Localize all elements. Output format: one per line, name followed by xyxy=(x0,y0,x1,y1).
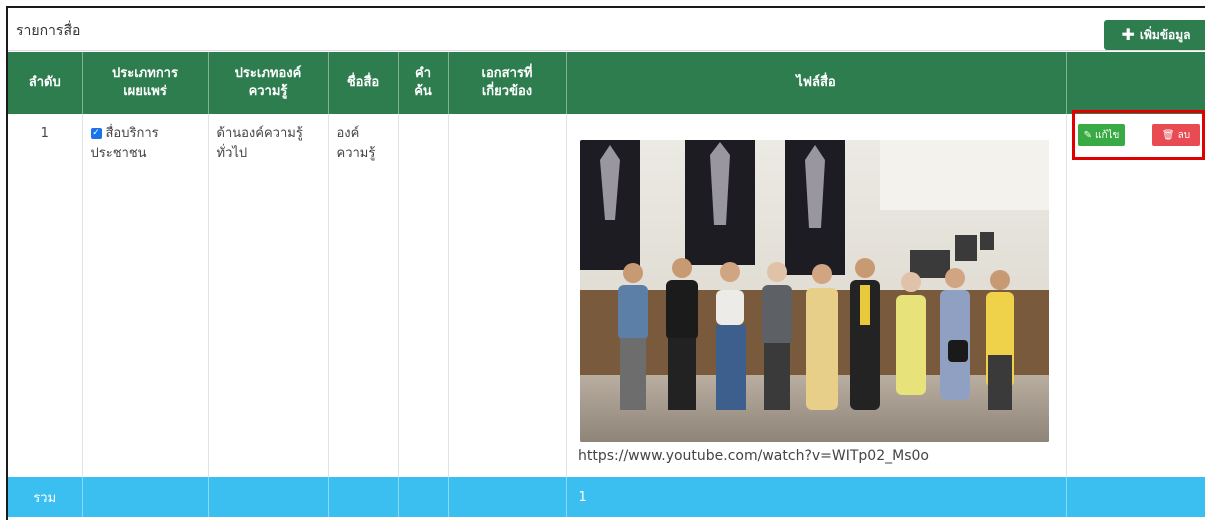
footer-label: รวม xyxy=(8,477,83,517)
header-media-file[interactable]: ไฟล์สื่อ xyxy=(566,52,1067,114)
media-thumbnail-image[interactable] xyxy=(580,140,1049,442)
keywords-value xyxy=(399,114,448,134)
cell-documents xyxy=(448,114,567,477)
footer-empty xyxy=(398,477,449,517)
publish-type-line2: ประชาชน xyxy=(90,146,147,162)
header-number[interactable]: ลำดับ xyxy=(8,52,83,114)
trash-icon: 🗑 xyxy=(1161,129,1175,141)
cell-number: 1 xyxy=(8,114,83,477)
row-number: 1 xyxy=(40,126,49,141)
edit-label: แก้ไข xyxy=(1095,129,1120,141)
header-documents-line1: เอกสารที่ xyxy=(481,66,533,82)
footer-empty xyxy=(1066,477,1205,517)
footer-count-value: 1 xyxy=(578,489,587,505)
header-keywords-line1: คำ xyxy=(415,66,431,82)
delete-label: ลบ xyxy=(1177,129,1191,141)
media-url-link[interactable]: https://www.youtube.com/watch?v=WITp02_M… xyxy=(578,448,929,464)
add-data-button[interactable]: ✚ เพิ่มข้อมูล xyxy=(1104,20,1205,50)
footer-empty xyxy=(448,477,567,517)
knowledge-type-line1: ด้านองค์ความรู้ xyxy=(216,126,303,141)
header-knowledge-type-line2: ความรู้ xyxy=(248,84,288,99)
documents-value xyxy=(449,114,566,134)
header-documents[interactable]: เอกสารที่ เกี่ยวข้อง xyxy=(448,52,567,114)
cell-publish-type: ✓ สื่อบริการ ประชาชน xyxy=(82,114,209,477)
cell-keywords xyxy=(398,114,449,477)
footer-empty xyxy=(82,477,209,517)
footer-empty xyxy=(328,477,399,517)
header-keywords[interactable]: คำ ค้น xyxy=(398,52,449,114)
cell-media-name: องค์ ความรู้ xyxy=(328,114,399,477)
header-actions xyxy=(1066,52,1205,114)
checkbox-checked-icon[interactable]: ✓ xyxy=(90,128,102,139)
cell-actions xyxy=(1066,114,1205,477)
header-media-name[interactable]: ชื่อสื่อ xyxy=(328,52,399,114)
pencil-icon: ✎ xyxy=(1083,129,1092,141)
divider xyxy=(8,50,1205,51)
media-name-line1: องค์ xyxy=(336,126,360,141)
header-publish-type-line2: เผยแพร่ xyxy=(123,84,167,99)
footer-empty xyxy=(208,477,329,517)
publish-type-line1: สื่อบริการ xyxy=(105,126,159,141)
add-data-label: เพิ่มข้อมูล xyxy=(1139,27,1191,42)
header-knowledge-type[interactable]: ประเภทองค์ ความรู้ xyxy=(208,52,329,114)
header-keywords-line2: ค้น xyxy=(414,84,432,99)
plus-icon: ✚ xyxy=(1121,25,1135,44)
knowledge-type-line2: ทั่วไป xyxy=(216,146,248,162)
delete-button[interactable]: 🗑 ลบ xyxy=(1152,124,1200,146)
table-footer-row: รวม 1 xyxy=(8,477,1205,517)
header-publish-type[interactable]: ประเภทการ เผยแพร่ xyxy=(82,52,209,114)
panel-title: รายการสื่อ xyxy=(16,23,81,39)
header-publish-type-line1: ประเภทการ xyxy=(112,66,178,82)
footer-count: 1 xyxy=(566,477,1067,517)
media-name-line2: ความรู้ xyxy=(336,146,376,162)
cell-knowledge-type: ด้านองค์ความรู้ ทั่วไป xyxy=(208,114,329,477)
header-knowledge-type-line1: ประเภทองค์ xyxy=(234,66,302,82)
header-documents-line2: เกี่ยวข้อง xyxy=(481,84,533,99)
edit-button[interactable]: ✎ แก้ไข xyxy=(1078,124,1125,146)
